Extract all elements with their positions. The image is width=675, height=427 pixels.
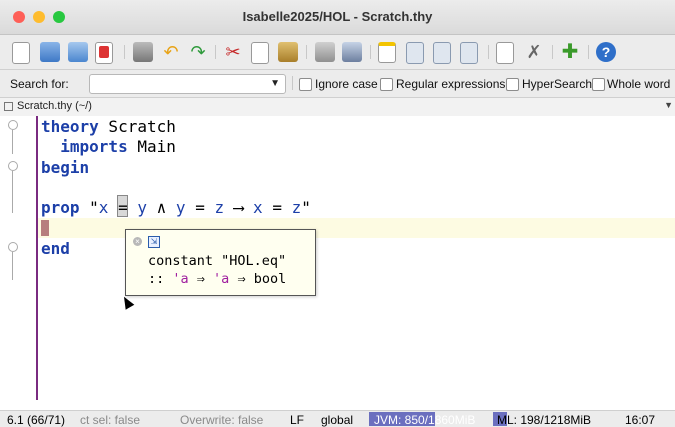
- global-options-icon[interactable]: ✗: [524, 42, 544, 62]
- gutter: [0, 116, 36, 410]
- ignore-case-checkbox[interactable]: [299, 78, 312, 91]
- toolbar-separator: [215, 45, 216, 59]
- find-icon[interactable]: [315, 42, 335, 62]
- plugin-manager-icon[interactable]: ✚: [560, 42, 580, 62]
- jvm-memory-status[interactable]: JVM: 850/1860MiB: [374, 413, 475, 427]
- overwrite-status[interactable]: Overwrite: false: [180, 413, 263, 427]
- hovered-constant[interactable]: =: [118, 198, 128, 217]
- split-vertical-icon[interactable]: [433, 42, 451, 64]
- code-text: y: [175, 198, 186, 217]
- tooltip-type-prefix: ::: [148, 271, 173, 287]
- code-text: ": [301, 198, 311, 217]
- whole-word-checkbox[interactable]: [592, 78, 605, 91]
- code-text: y: [137, 198, 147, 217]
- regex-checkbox[interactable]: [380, 78, 393, 91]
- buffer-selector[interactable]: Scratch.thy (~/) ▼: [0, 97, 675, 117]
- ignore-case-label: Ignore case: [315, 77, 378, 91]
- caret-position[interactable]: 6.1 (66/71): [7, 413, 65, 427]
- type-variable: 'a: [213, 271, 230, 287]
- toolbar-separator: [370, 45, 371, 59]
- search-bar: Search for: ▼ Ignore case Regular expres…: [0, 70, 675, 97]
- whole-word-label: Whole word: [607, 77, 671, 91]
- code-text: x: [98, 198, 109, 217]
- find-in-files-icon[interactable]: [342, 42, 362, 62]
- code-text: ": [79, 198, 99, 217]
- status-bar: 6.1 (66/71) ct sel: false Overwrite: fal…: [0, 410, 675, 427]
- code-text: Main: [127, 137, 176, 156]
- type-variable: 'a: [172, 271, 189, 287]
- keyword: theory: [41, 117, 99, 136]
- code-line: prop "x = y ∧ y = z ⟶ x = z": [41, 198, 311, 218]
- open-folder-icon[interactable]: [40, 42, 60, 62]
- code-text: =: [272, 198, 282, 217]
- code-text: x: [253, 198, 263, 217]
- code-line: theory Scratch: [41, 117, 176, 137]
- code-text: =: [195, 198, 205, 217]
- rect-select-status[interactable]: ct sel: false: [80, 413, 140, 427]
- copy-icon[interactable]: [251, 42, 269, 64]
- tooltip-text: constant "HOL.eq": [148, 253, 287, 269]
- tooltip-type: :: 'a ⇒ 'a ⇒ bool: [148, 271, 286, 287]
- detach-icon[interactable]: ⇲: [148, 236, 160, 248]
- code-text: ∧: [156, 198, 167, 217]
- code-line: imports Main: [41, 137, 176, 157]
- window-title: Isabelle2025/HOL - Scratch.thy: [242, 9, 433, 24]
- buffer-name: Scratch.thy (~/): [17, 100, 92, 112]
- keyword: imports: [60, 137, 128, 156]
- keyword: prop: [41, 198, 80, 217]
- split-horizontal-icon[interactable]: [460, 42, 478, 64]
- tooltip-arrow: ⇒: [229, 271, 254, 287]
- toolbar: ↶ ↷ ✂ ✗ ✚ ?: [0, 35, 675, 70]
- new-view-icon[interactable]: [378, 42, 396, 63]
- text-area[interactable]: theory Scratch imports Main begin prop "…: [0, 116, 675, 410]
- ml-memory-status[interactable]: ML: 198/1218MiB: [497, 413, 591, 427]
- tooltip-popup: × ⇲ constant "HOL.eq" :: 'a ⇒ 'a ⇒ bool: [125, 229, 316, 296]
- toolbar-separator: [124, 45, 125, 59]
- code-text: ⟶: [233, 198, 244, 217]
- jvm-memory-text: JVM: 850/1860MiB: [374, 413, 476, 427]
- print-icon[interactable]: [133, 42, 153, 62]
- help-icon[interactable]: ?: [596, 42, 616, 62]
- code-text: z: [214, 198, 225, 217]
- search-label: Search for:: [10, 77, 69, 91]
- regex-label: Regular expressions: [396, 77, 506, 91]
- code-text: z: [291, 198, 302, 217]
- full-screen-icon[interactable]: [406, 42, 424, 64]
- search-separator: [292, 76, 293, 90]
- toolbar-separator: [552, 45, 553, 59]
- clock: 16:07: [625, 413, 656, 427]
- reload-icon[interactable]: [68, 42, 88, 62]
- paste-icon[interactable]: [278, 42, 298, 62]
- code-line: end: [41, 239, 70, 259]
- toolbar-separator: [588, 45, 589, 59]
- toolbar-separator: [306, 45, 307, 59]
- code-line: begin: [41, 158, 89, 178]
- chevron-down-icon[interactable]: ▼: [664, 100, 673, 110]
- hypersearch-checkbox[interactable]: [506, 78, 519, 91]
- search-input[interactable]: ▼: [89, 74, 286, 94]
- buffer-options-icon[interactable]: [496, 42, 514, 64]
- tooltip-arrow: ⇒: [188, 271, 214, 287]
- keyword: end: [41, 239, 70, 258]
- gutter-line: [36, 116, 38, 400]
- code-text: Scratch: [98, 117, 176, 136]
- redo-icon[interactable]: ↷: [188, 42, 208, 62]
- fold-mode-status[interactable]: global: [321, 413, 353, 427]
- line-ending-status[interactable]: LF: [290, 413, 304, 427]
- search-history-dropdown-icon[interactable]: ▼: [270, 78, 280, 89]
- undo-icon[interactable]: ↶: [161, 42, 181, 62]
- close-icon[interactable]: ×: [133, 237, 142, 246]
- new-file-icon[interactable]: [12, 42, 30, 64]
- close-file-icon[interactable]: [95, 42, 113, 64]
- title-bar: Isabelle2025/HOL - Scratch.thy: [0, 0, 675, 35]
- toolbar-separator: [488, 45, 489, 59]
- buffer-status-icon: [4, 102, 13, 111]
- tooltip-return-type: bool: [253, 271, 287, 287]
- text-cursor: [41, 220, 49, 236]
- keyword: begin: [41, 158, 90, 177]
- hypersearch-label: HyperSearch: [522, 77, 593, 91]
- cut-icon[interactable]: ✂: [223, 42, 243, 62]
